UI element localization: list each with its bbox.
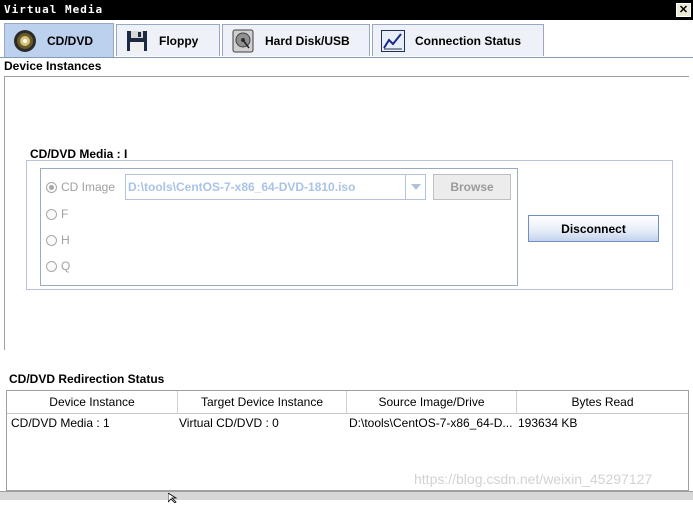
floppy-disk-icon xyxy=(125,29,149,53)
table-cell: CD/DVD Media : 1 xyxy=(11,416,110,430)
column-header[interactable]: Target Device Instance xyxy=(178,391,347,413)
watermark-text: https://blog.csdn.net/weixin_45297127 xyxy=(414,471,653,487)
table-header: Device Instance Target Device Instance S… xyxy=(7,391,688,414)
tab-label: Floppy xyxy=(159,33,199,48)
column-header[interactable]: Bytes Read xyxy=(517,391,688,413)
title-bar: Virtual Media ✕ xyxy=(0,0,693,20)
column-header[interactable]: Device Instance xyxy=(7,391,178,413)
option-cd-image[interactable]: CD Image xyxy=(46,180,115,194)
option-label: H xyxy=(61,233,70,247)
hard-disk-icon xyxy=(231,29,255,53)
option-f[interactable]: F xyxy=(46,207,68,221)
option-h[interactable]: H xyxy=(46,233,70,247)
image-path-combo[interactable]: D:\tools\CentOS-7-x86_64-DVD-1810.iso xyxy=(125,174,426,200)
mouse-cursor-icon xyxy=(167,490,178,508)
tab-strip: CD/DVD Floppy Hard Disk/USB Connection S… xyxy=(0,20,693,58)
radio-button[interactable] xyxy=(46,181,57,193)
tab-cd-dvd[interactable]: CD/DVD xyxy=(4,23,114,58)
table-cell: D:\tools\CentOS-7-x86_64-D... xyxy=(349,416,513,430)
tab-label: Connection Status xyxy=(415,33,522,48)
tab-floppy[interactable]: Floppy xyxy=(116,24,220,56)
media-group-label: CD/DVD Media : I xyxy=(30,147,128,161)
radio-button[interactable] xyxy=(46,234,57,246)
disconnect-button[interactable]: Disconnect xyxy=(528,215,659,242)
tab-hard-disk-usb[interactable]: Hard Disk/USB xyxy=(222,24,370,56)
tab-label: Hard Disk/USB xyxy=(265,33,350,48)
option-label: F xyxy=(61,207,69,221)
device-instances-title: Device Instances xyxy=(4,59,102,73)
tab-label: CD/DVD xyxy=(47,34,94,48)
close-button[interactable]: ✕ xyxy=(676,3,691,17)
radio-button[interactable] xyxy=(46,208,57,220)
table-cell: 193634 KB xyxy=(518,416,578,430)
tab-connection-status[interactable]: Connection Status xyxy=(372,24,544,56)
chevron-down-icon[interactable] xyxy=(405,175,425,199)
option-label: CD Image xyxy=(61,180,116,194)
chart-icon xyxy=(381,29,405,53)
radio-button[interactable] xyxy=(46,260,57,272)
status-bar xyxy=(0,491,693,500)
tab-divider xyxy=(0,57,693,58)
image-path-value: D:\tools\CentOS-7-x86_64-DVD-1810.iso xyxy=(128,180,356,194)
table-cell: Virtual CD/DVD : 0 xyxy=(179,416,279,430)
option-q[interactable]: Q xyxy=(46,259,70,273)
window-title: Virtual Media xyxy=(4,3,104,16)
redirection-status-title: CD/DVD Redirection Status xyxy=(9,372,165,386)
table-row[interactable]: CD/DVD Media : 1 Virtual CD/DVD : 0 D:\t… xyxy=(7,414,688,432)
column-header[interactable]: Source Image/Drive xyxy=(347,391,517,413)
option-label: Q xyxy=(61,259,71,273)
browse-button[interactable]: Browse xyxy=(433,174,511,200)
cd-disc-icon xyxy=(13,29,37,53)
